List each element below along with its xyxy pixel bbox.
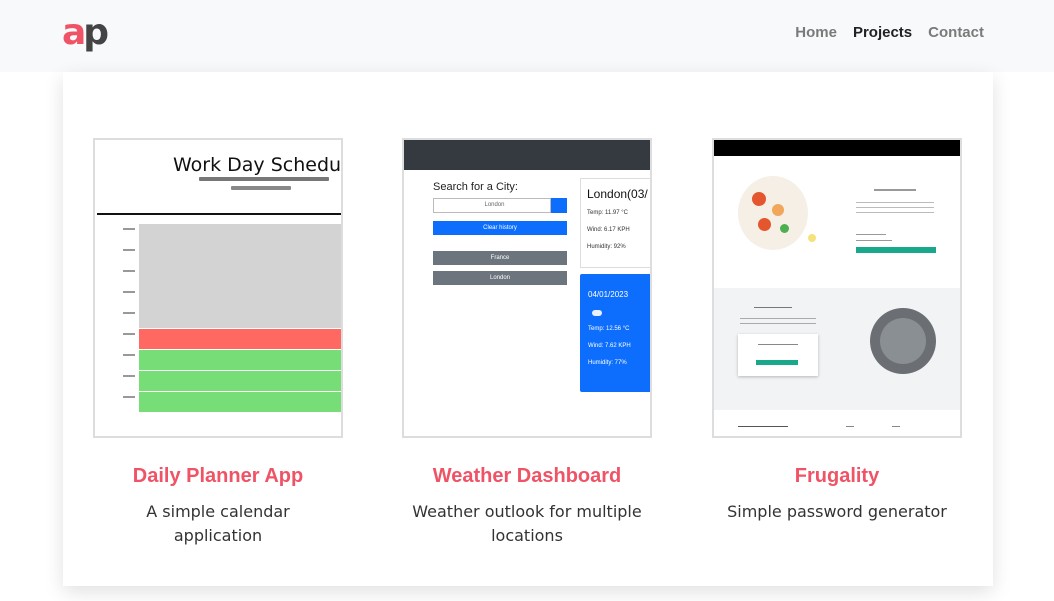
search-icon: [551, 198, 567, 213]
planner-hour-label: [123, 312, 135, 314]
planner-future-block: [139, 371, 341, 391]
frugality-text-line: [758, 344, 798, 345]
weather-search-input: London: [433, 198, 551, 213]
project-title[interactable]: Daily Planner App: [93, 464, 343, 488]
weather-search-label: Search for a City:: [433, 181, 518, 193]
frugality-text-line: [754, 307, 792, 308]
weather-history-item: France: [433, 251, 567, 265]
frugality-submit-button: [756, 360, 798, 365]
site-logo[interactable]: ap: [62, 12, 109, 53]
logo-letter-a: a: [62, 12, 86, 53]
planner-hour-label: [123, 333, 135, 335]
planner-hour-label: [123, 375, 135, 377]
weather-forecast-wind: Wind: 7.62 KPH: [588, 343, 631, 349]
frugality-text-line: [740, 318, 816, 319]
project-title[interactable]: Frugality: [712, 464, 962, 488]
planner-hour-label: [123, 354, 135, 356]
project-description: Simple password generator: [727, 502, 947, 521]
nav-link-projects[interactable]: Projects: [853, 24, 912, 41]
frugality-text-line: [740, 323, 816, 324]
food-item: [780, 224, 789, 233]
nav-links: Home Projects Contact: [795, 24, 984, 41]
weather-forecast-humidity: Humidity: 77%: [588, 360, 627, 366]
weather-city: London(03/: [587, 187, 648, 201]
planner-hour-label: [123, 228, 135, 230]
frugality-heading: [874, 189, 916, 191]
food-item: [752, 192, 766, 206]
weather-clear-button: Clear history: [433, 221, 567, 235]
planner-hour-label: [123, 249, 135, 251]
planner-rule: [97, 213, 341, 215]
project-daily-planner: Work Day Schedule Daily Planner App A si…: [93, 138, 343, 548]
frugality-text-line: [846, 426, 854, 427]
projects-card: Work Day Schedule Daily Planner App A si…: [63, 72, 993, 586]
frugality-generate-button: [856, 247, 936, 253]
planner-past-block: [139, 224, 341, 328]
frugality-text-line: [856, 234, 886, 235]
frugality-header-bar: [714, 140, 960, 156]
planner-future-block: [139, 350, 341, 370]
frugality-text-line: [856, 207, 934, 208]
frugality-form-box: [738, 334, 818, 376]
food-item: [772, 204, 784, 216]
planner-hour-label: [123, 396, 135, 398]
weather-history-item: London: [433, 271, 567, 285]
navbar: ap Home Projects Contact: [0, 0, 1054, 72]
project-frugality: Frugality Simple password generator: [712, 138, 962, 524]
weather-forecast-date: 04/01/2023: [588, 290, 629, 299]
nav-link-contact[interactable]: Contact: [928, 24, 984, 41]
weather-forecast-temp: Temp: 12.56 °C: [588, 326, 630, 332]
project-weather-dashboard: Search for a City: London Clear history …: [402, 138, 652, 548]
frugality-text-line: [856, 202, 934, 203]
project-description: A simple calendar application: [146, 502, 290, 545]
nav-link-home[interactable]: Home: [795, 24, 837, 41]
project-thumbnail-planner[interactable]: Work Day Schedule: [93, 138, 343, 438]
project-description: Weather outlook for multiple locations: [412, 502, 642, 545]
planner-heading: Work Day Schedule: [173, 154, 343, 176]
logo-letter-p: p: [83, 12, 109, 53]
planner-hour-label: [123, 291, 135, 293]
planner-hour-label: [123, 270, 135, 272]
project-thumbnail-frugality[interactable]: [712, 138, 962, 438]
food-item: [808, 234, 816, 242]
frugality-text-line: [856, 240, 892, 241]
food-item: [758, 218, 771, 231]
frugality-text-line: [856, 212, 934, 213]
frugality-text-line: [892, 426, 900, 427]
weather-today-humidity: Humidity: 92%: [587, 244, 626, 250]
frugality-text-line: [738, 426, 788, 427]
weather-today-temp: Temp: 11.97 °C: [587, 210, 628, 216]
project-title[interactable]: Weather Dashboard: [402, 464, 652, 488]
cloud-icon: [592, 310, 602, 316]
planner-subtitle: [199, 177, 329, 181]
project-thumbnail-weather[interactable]: Search for a City: London Clear history …: [402, 138, 652, 438]
weather-header-bar: [404, 140, 650, 170]
weather-today-wind: Wind: 6.17 KPH: [587, 227, 630, 233]
planner-future-block: [139, 392, 341, 412]
planner-date: [231, 186, 291, 190]
planner-present-block: [139, 329, 341, 349]
cake-image: [880, 318, 926, 364]
